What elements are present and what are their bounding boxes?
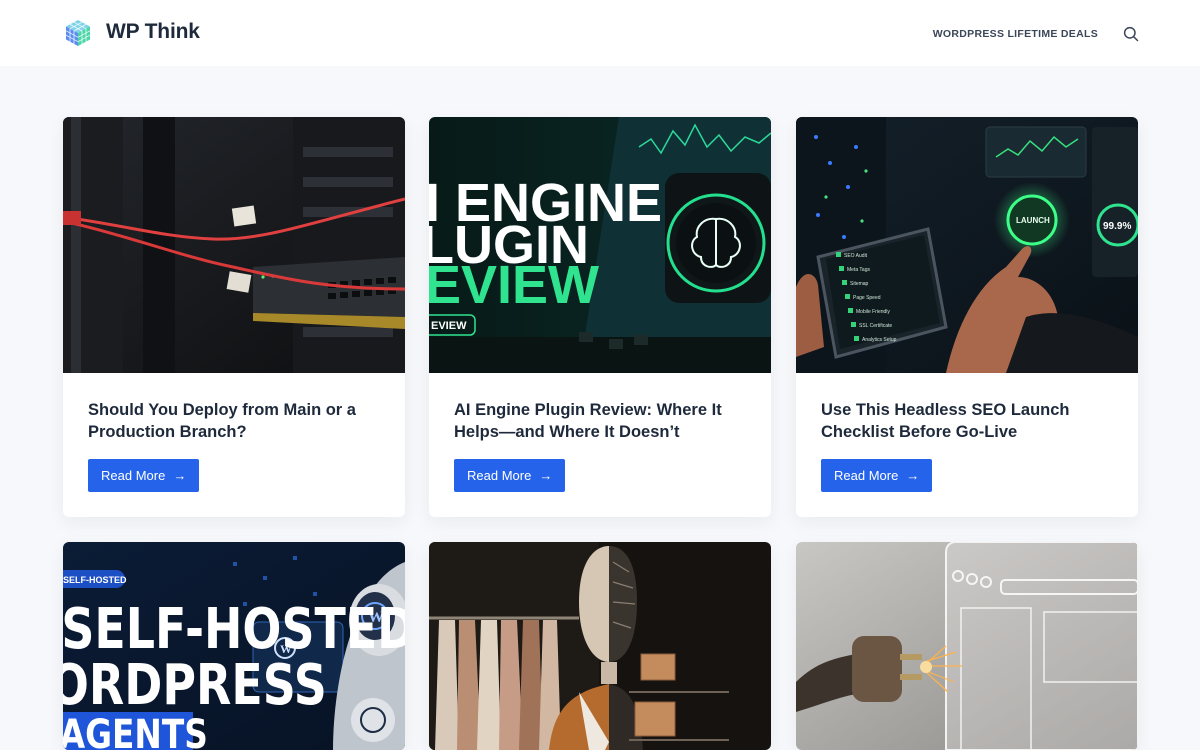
post-thumbnail-plug-sparks[interactable]	[796, 542, 1138, 750]
site-header: WP Think WORDPRESS LIFETIME DEALS	[0, 0, 1200, 66]
post-card	[796, 542, 1138, 750]
arrow-right-icon: →	[906, 468, 920, 483]
checklist-item: Page Speed	[853, 295, 881, 301]
checklist-item: Mobile Friendly	[856, 309, 890, 315]
post-card: W W SELF-HOSTED SELF-HOSTED ORDPRESS AGE…	[63, 542, 405, 750]
checklist-item: Analytics Setup	[862, 337, 897, 343]
post-thumbnail-self-hosted-agents[interactable]: W W SELF-HOSTED SELF-HOSTED ORDPRESS AGE…	[63, 542, 405, 750]
nav-link-wordpress-lifetime-deals[interactable]: WORDPRESS LIFETIME DEALS	[933, 28, 1098, 40]
search-icon[interactable]	[1122, 25, 1140, 43]
post-card: Should You Deploy from Main or a Product…	[63, 117, 405, 517]
thumbnail-tag: SELF-HOSTED	[63, 575, 127, 585]
read-more-button[interactable]: Read More →	[821, 459, 933, 492]
checklist-item: Sitemap	[850, 281, 869, 287]
arrow-right-icon: →	[173, 468, 187, 483]
post-thumbnail-server-rack[interactable]	[63, 117, 405, 373]
post-title[interactable]: Use This Headless SEO Launch Checklist B…	[821, 399, 1113, 443]
thumbnail-heading-line3: AGENTS	[63, 711, 208, 750]
thumbnail-launch-button: LAUNCH	[1016, 216, 1050, 225]
thumbnail-gauge: 99.9%	[1103, 221, 1131, 232]
checklist-item: SSL Certificate	[859, 323, 892, 329]
arrow-right-icon: →	[539, 468, 553, 483]
read-more-label: Read More	[101, 468, 166, 483]
thumbnail-heading-line2: ORDPRESS	[63, 653, 327, 719]
read-more-button[interactable]: Read More →	[454, 459, 566, 492]
site-title[interactable]: WP Think	[106, 20, 200, 44]
post-thumbnail-mannequin-robot[interactable]	[429, 542, 771, 750]
checklist-item: SEO Audit	[844, 253, 868, 259]
thumbnail-tag: EVIEW	[431, 320, 467, 332]
post-title[interactable]: AI Engine Plugin Review: Where It Helps—…	[454, 399, 746, 443]
read-more-label: Read More	[467, 468, 532, 483]
read-more-button[interactable]: Read More →	[88, 459, 200, 492]
post-thumbnail-ai-engine[interactable]: I ENGINE LUGIN EVIEW EVIEW	[429, 117, 771, 373]
thumbnail-heading-line3: EVIEW	[429, 255, 599, 315]
checklist-item: Meta Tags	[847, 267, 870, 273]
post-title[interactable]: Should You Deploy from Main or a Product…	[88, 399, 380, 443]
post-card	[429, 542, 771, 750]
logo-cube-icon[interactable]	[64, 19, 92, 47]
post-card: I ENGINE LUGIN EVIEW EVIEW AI Engine Plu…	[429, 117, 771, 517]
read-more-label: Read More	[834, 468, 899, 483]
post-card: 99.9% LAUNCH SEO Audit Meta Tags Sitemap…	[796, 117, 1138, 517]
post-thumbnail-launch-checklist[interactable]: 99.9% LAUNCH SEO Audit Meta Tags Sitemap…	[796, 117, 1138, 373]
